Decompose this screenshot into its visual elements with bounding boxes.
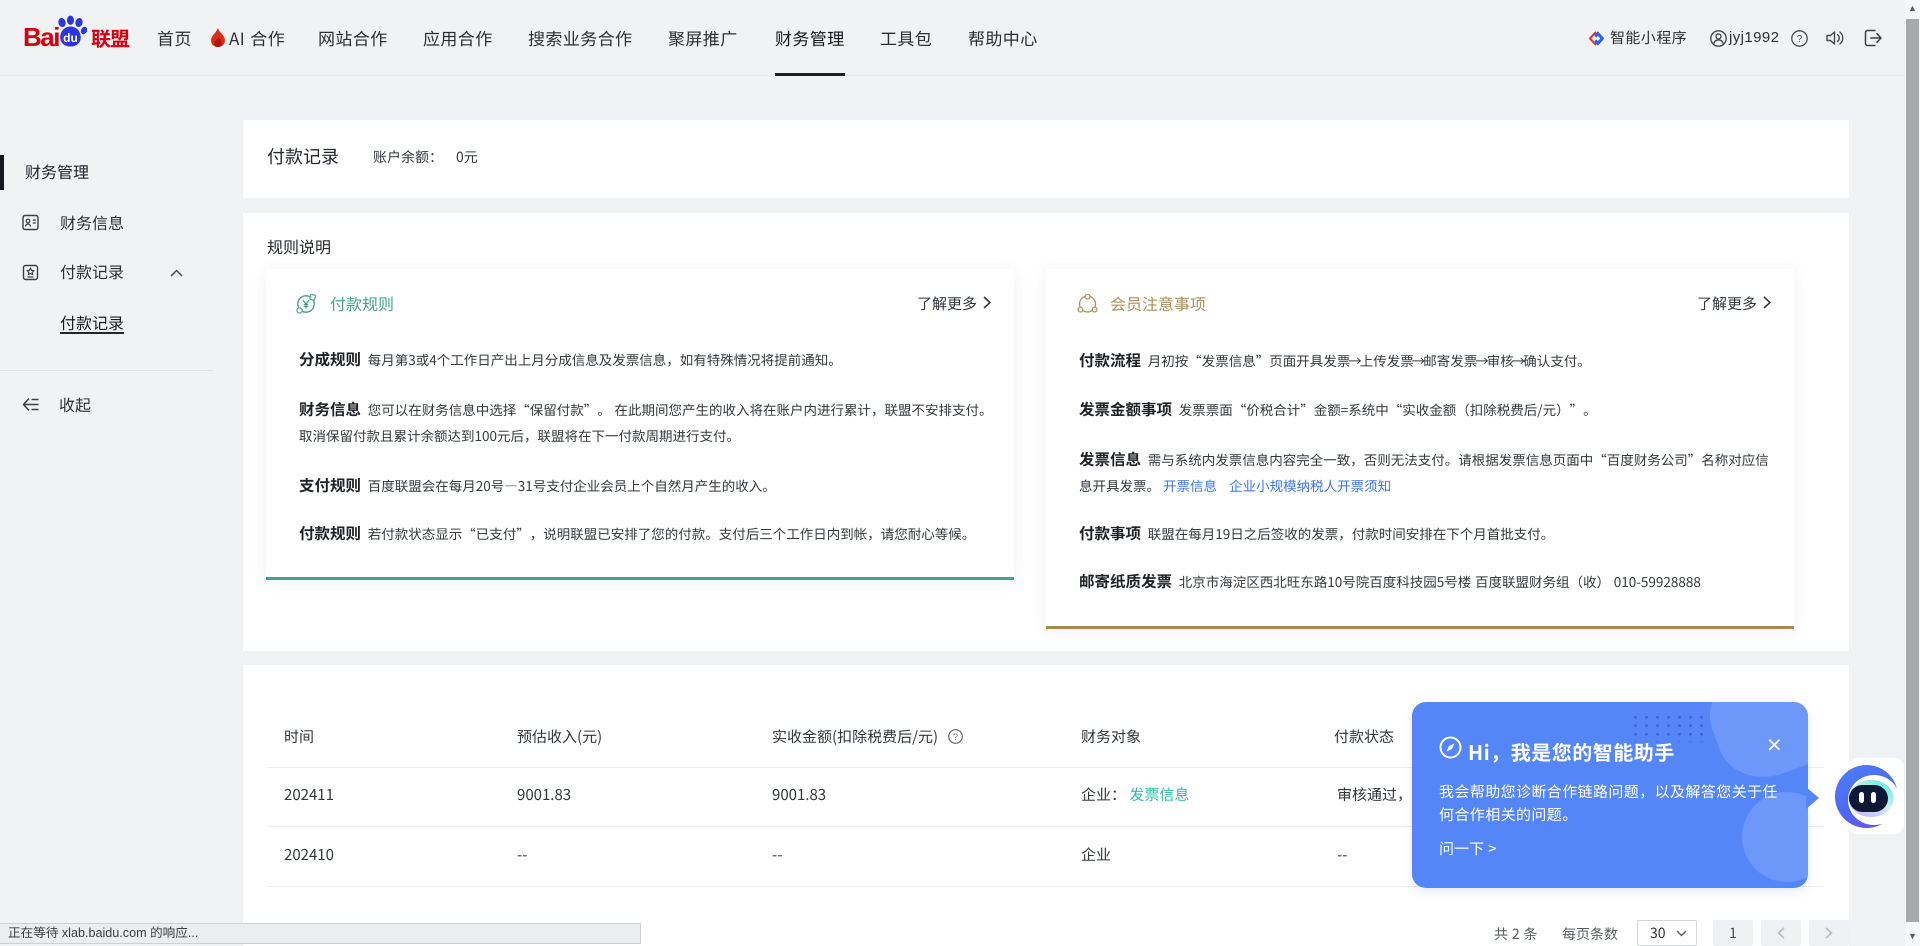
svg-text:du: du xyxy=(63,31,78,45)
svg-text:?: ? xyxy=(1797,34,1803,45)
svg-text:?: ? xyxy=(953,732,958,742)
